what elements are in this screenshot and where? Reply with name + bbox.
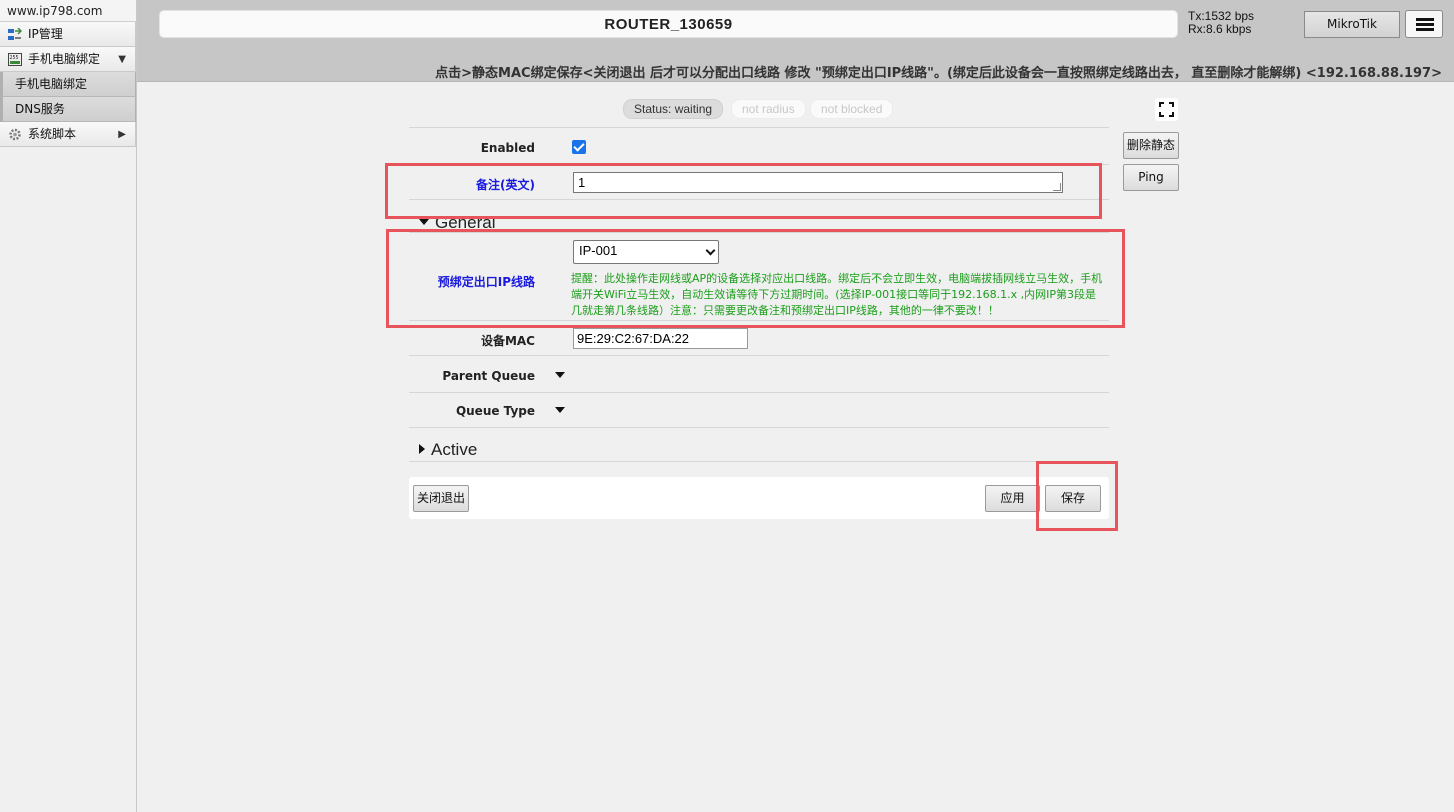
status-badge: Status: waiting xyxy=(623,99,724,119)
svg-text:255: 255 xyxy=(10,55,19,61)
triangle-down-icon xyxy=(419,219,429,225)
sidebar-item-phone-pc-binding[interactable]: 255 手机电脑绑定 ▼ xyxy=(0,47,136,72)
parent-queue-label: Parent Queue xyxy=(442,369,535,383)
divider xyxy=(409,320,1109,321)
save-button[interactable]: 保存 xyxy=(1045,485,1101,512)
sidebar-item-label: 手机电脑绑定 xyxy=(28,52,101,66)
mikrotik-button[interactable]: MikroTik xyxy=(1304,11,1400,38)
chevron-down-icon: ▼ xyxy=(118,54,126,65)
top-bar: ROUTER_130659 Tx:1532 bps Rx:8.6 kbps Mi… xyxy=(137,0,1454,82)
sidebar-item-ip-management[interactable]: IP管理 xyxy=(0,22,136,47)
active-section-label: Active xyxy=(431,440,478,459)
apply-button[interactable]: 应用 xyxy=(985,485,1040,512)
exit-ip-value: IP-001 xyxy=(579,243,618,258)
chevron-down-icon xyxy=(705,245,716,256)
general-section-toggle[interactable]: General xyxy=(419,213,495,233)
sidebar-subitem-phone-pc-binding[interactable]: 手机电脑绑定 xyxy=(0,72,136,97)
divider xyxy=(409,127,1109,128)
queue-type-label: Queue Type xyxy=(455,404,535,418)
divider xyxy=(409,461,1109,462)
note-value: 1 xyxy=(578,175,586,190)
site-title: www.ip798.com xyxy=(0,0,136,22)
ping-button[interactable]: Ping xyxy=(1123,164,1179,191)
general-section-label: General xyxy=(435,213,496,232)
delete-static-button[interactable]: 删除静态 xyxy=(1123,132,1179,159)
mac-input[interactable]: 9E:29:C2:67:DA:22 xyxy=(573,328,748,349)
hint-line: 几就走第几条线路）注意：只需要更改备注和预绑定出口IP线路，其他的一律不要改！！ xyxy=(571,304,999,317)
sidebar-item-label: 系统脚本 xyxy=(28,127,77,141)
hint-line: 提醒：此处操作走网线或AP的设备选择对应出口线路。绑定后不会立即生效，电脑端拔插… xyxy=(571,272,1103,285)
triangle-right-icon xyxy=(419,444,425,454)
script-icon xyxy=(9,128,21,141)
note-label: 备注(英文) xyxy=(476,178,535,192)
blocked-badge: not blocked xyxy=(810,99,894,119)
divider xyxy=(409,355,1109,356)
hamburger-menu-icon[interactable] xyxy=(1405,10,1443,38)
note-input[interactable]: 1 xyxy=(573,172,1063,193)
enabled-label: Enabled xyxy=(480,141,535,155)
parent-queue-dropdown-icon[interactable] xyxy=(555,372,565,378)
sidebar-item-system-scripts[interactable]: 系统脚本 ▶ xyxy=(0,122,136,147)
sidebar: www.ip798.com IP管理 255 手机电脑绑定 ▼ 手机电脑绑定 D… xyxy=(0,0,137,812)
chevron-right-icon: ▶ xyxy=(118,129,126,140)
close-exit-button[interactable]: 关闭退出 xyxy=(413,485,469,512)
rx-rate: Rx:8.6 kbps xyxy=(1188,22,1252,36)
divider xyxy=(409,199,1109,200)
active-section-toggle[interactable]: Active xyxy=(419,440,477,460)
binding-icon: 255 xyxy=(8,53,22,66)
divider xyxy=(409,427,1109,428)
radius-badge: not radius xyxy=(731,99,806,119)
divider xyxy=(409,392,1109,393)
queue-type-dropdown-icon[interactable] xyxy=(555,407,565,413)
exit-ip-select[interactable]: IP-001 xyxy=(573,240,719,264)
traffic-stats: Tx:1532 bps Rx:8.6 kbps xyxy=(1188,10,1254,36)
divider xyxy=(409,232,1109,233)
exit-ip-label: 预绑定出口IP线路 xyxy=(437,275,535,289)
resize-grip-icon[interactable] xyxy=(1053,183,1061,191)
divider xyxy=(409,164,1109,165)
sidebar-item-label: IP管理 xyxy=(28,27,63,41)
ip-management-icon xyxy=(8,28,22,40)
binding-notice: 点击>静态MAC绑定保存<关闭退出 后才可以分配出口线路 修改 "预绑定出口IP… xyxy=(435,66,1442,81)
hint-line: 端开关WiFi立马生效，自动生效请等待下方过期时间。(选择IP-001接口等同于… xyxy=(571,288,1097,301)
mac-label: 设备MAC xyxy=(480,334,535,348)
enabled-checkbox[interactable] xyxy=(572,140,586,154)
action-bar: 关闭退出 应用 保存 xyxy=(409,477,1109,519)
fullscreen-icon[interactable] xyxy=(1155,98,1178,121)
exit-ip-hint: 提醒：此处操作走网线或AP的设备选择对应出口线路。绑定后不会立即生效，电脑端拔插… xyxy=(571,271,1107,319)
sidebar-subitem-dns-service[interactable]: DNS服务 xyxy=(0,97,136,122)
router-name: ROUTER_130659 xyxy=(159,10,1178,38)
